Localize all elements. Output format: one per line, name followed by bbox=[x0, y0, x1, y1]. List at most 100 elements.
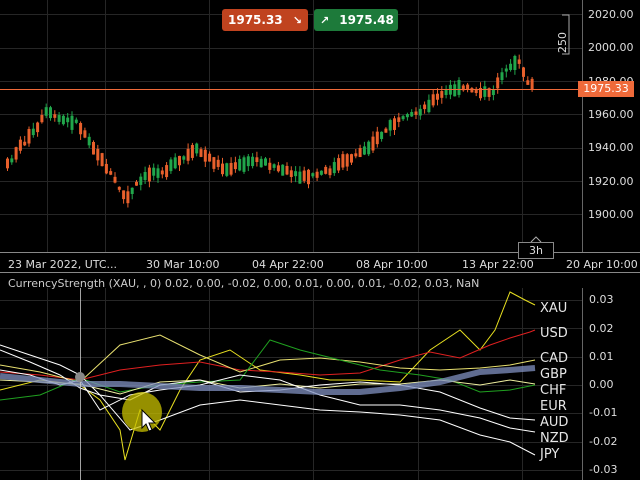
candle-body bbox=[453, 84, 457, 97]
candle-body bbox=[504, 68, 508, 72]
candle-body bbox=[242, 157, 246, 172]
candle-body bbox=[83, 130, 87, 138]
price-label: 1920.00 bbox=[588, 175, 634, 188]
candle-body bbox=[272, 164, 276, 168]
indicator-axis-label: 0.01 bbox=[589, 350, 614, 363]
candle-body bbox=[307, 169, 310, 185]
time-label: 30 Mar 10:00 bbox=[146, 258, 220, 271]
currency-label-aud: AUD bbox=[540, 415, 569, 430]
zoom-label[interactable]: 250 bbox=[556, 32, 569, 53]
indicator-axis-label: 0.03 bbox=[589, 293, 614, 306]
candle-body bbox=[319, 170, 323, 175]
candle-body bbox=[522, 67, 525, 77]
sell-button[interactable]: 1975.33 ↘ bbox=[222, 9, 308, 31]
candle-body bbox=[289, 170, 293, 177]
candle-body bbox=[143, 171, 147, 181]
candlestick-series bbox=[6, 54, 534, 208]
period-label[interactable]: 3h bbox=[518, 242, 554, 259]
candle-body bbox=[173, 157, 177, 169]
arrow-down-right-icon: ↘ bbox=[292, 13, 302, 27]
candle-body bbox=[238, 158, 242, 171]
candle-body bbox=[388, 120, 392, 131]
candle-body bbox=[268, 162, 272, 170]
candle-body bbox=[444, 89, 448, 96]
candle-body bbox=[345, 154, 349, 167]
candle-body bbox=[6, 158, 9, 169]
currency-label-gbp: GBP bbox=[540, 367, 567, 382]
candle-body bbox=[208, 153, 212, 162]
price-label: 1940.00 bbox=[588, 141, 634, 154]
candle-body bbox=[100, 153, 104, 167]
candle-body bbox=[203, 149, 207, 162]
time-label: 13 Apr 22:00 bbox=[462, 258, 534, 271]
candle-body bbox=[229, 162, 233, 175]
candle-body bbox=[414, 111, 418, 115]
candle-body bbox=[14, 147, 18, 160]
arrow-up-right-icon: ↗ bbox=[320, 13, 330, 27]
candle-body bbox=[427, 99, 431, 113]
price-label: 1900.00 bbox=[588, 208, 634, 221]
candle-body bbox=[130, 187, 134, 194]
currency-label-usd: USD bbox=[540, 326, 568, 341]
candle-body bbox=[410, 112, 414, 117]
candle-body bbox=[87, 136, 91, 146]
candle-body bbox=[466, 84, 470, 90]
candle-body bbox=[350, 154, 353, 163]
candle-body bbox=[483, 86, 487, 97]
candle-body bbox=[337, 158, 341, 171]
candle-body bbox=[367, 141, 371, 155]
candle-body bbox=[401, 116, 405, 120]
candle-body bbox=[457, 80, 461, 95]
indicator-axis-label: -0.01 bbox=[589, 406, 618, 419]
candle-body bbox=[526, 80, 530, 85]
candle-body bbox=[53, 114, 57, 118]
candle-body bbox=[375, 131, 379, 145]
candle-body bbox=[418, 108, 422, 116]
candle-body bbox=[221, 163, 224, 175]
candle-body bbox=[302, 170, 306, 181]
candle-body bbox=[324, 166, 328, 174]
candle-body bbox=[264, 158, 267, 166]
currency-label-cad: CAD bbox=[540, 351, 568, 366]
candle-body bbox=[233, 162, 237, 170]
indicator-axis-label: 0.02 bbox=[589, 322, 614, 335]
indicator-axis-label: -0.02 bbox=[589, 435, 618, 448]
candle-body bbox=[276, 165, 280, 172]
candle-body bbox=[199, 149, 203, 157]
candle-body bbox=[57, 115, 61, 122]
candle-body bbox=[358, 148, 362, 158]
candle-body bbox=[92, 141, 95, 155]
candle-body bbox=[104, 163, 108, 174]
candle-body bbox=[328, 168, 332, 176]
candle-body bbox=[178, 155, 181, 166]
candle-body bbox=[195, 143, 199, 154]
candle-body bbox=[500, 72, 504, 81]
candle-body bbox=[354, 153, 358, 157]
candle-body bbox=[61, 115, 65, 125]
candle-body bbox=[40, 114, 44, 123]
time-label: 04 Apr 22:00 bbox=[252, 258, 324, 271]
candle-body bbox=[436, 93, 439, 100]
crosshair-point bbox=[75, 372, 85, 382]
time-label: 23 Mar 2022, UTC... bbox=[8, 258, 118, 271]
candle-body bbox=[113, 176, 117, 183]
currency-label-nzd: NZD bbox=[540, 431, 569, 446]
candle-body bbox=[70, 115, 74, 130]
candle-body bbox=[405, 114, 409, 118]
price-grid bbox=[0, 0, 582, 252]
candle-body bbox=[186, 148, 190, 161]
buy-button[interactable]: ↗ 1975.48 bbox=[314, 9, 398, 31]
candle-body bbox=[109, 171, 113, 175]
candle-body bbox=[165, 165, 169, 178]
candle-body bbox=[96, 148, 100, 161]
candle-body bbox=[18, 139, 22, 151]
candle-body bbox=[182, 156, 186, 160]
sell-price: 1975.33 bbox=[228, 13, 283, 27]
candle-body bbox=[27, 129, 31, 144]
candle-body bbox=[380, 131, 384, 139]
candle-body bbox=[255, 157, 259, 162]
candle-body bbox=[160, 170, 164, 175]
candle-body bbox=[23, 141, 27, 146]
price-label: 2000.00 bbox=[588, 41, 634, 54]
candle-body bbox=[281, 164, 285, 176]
